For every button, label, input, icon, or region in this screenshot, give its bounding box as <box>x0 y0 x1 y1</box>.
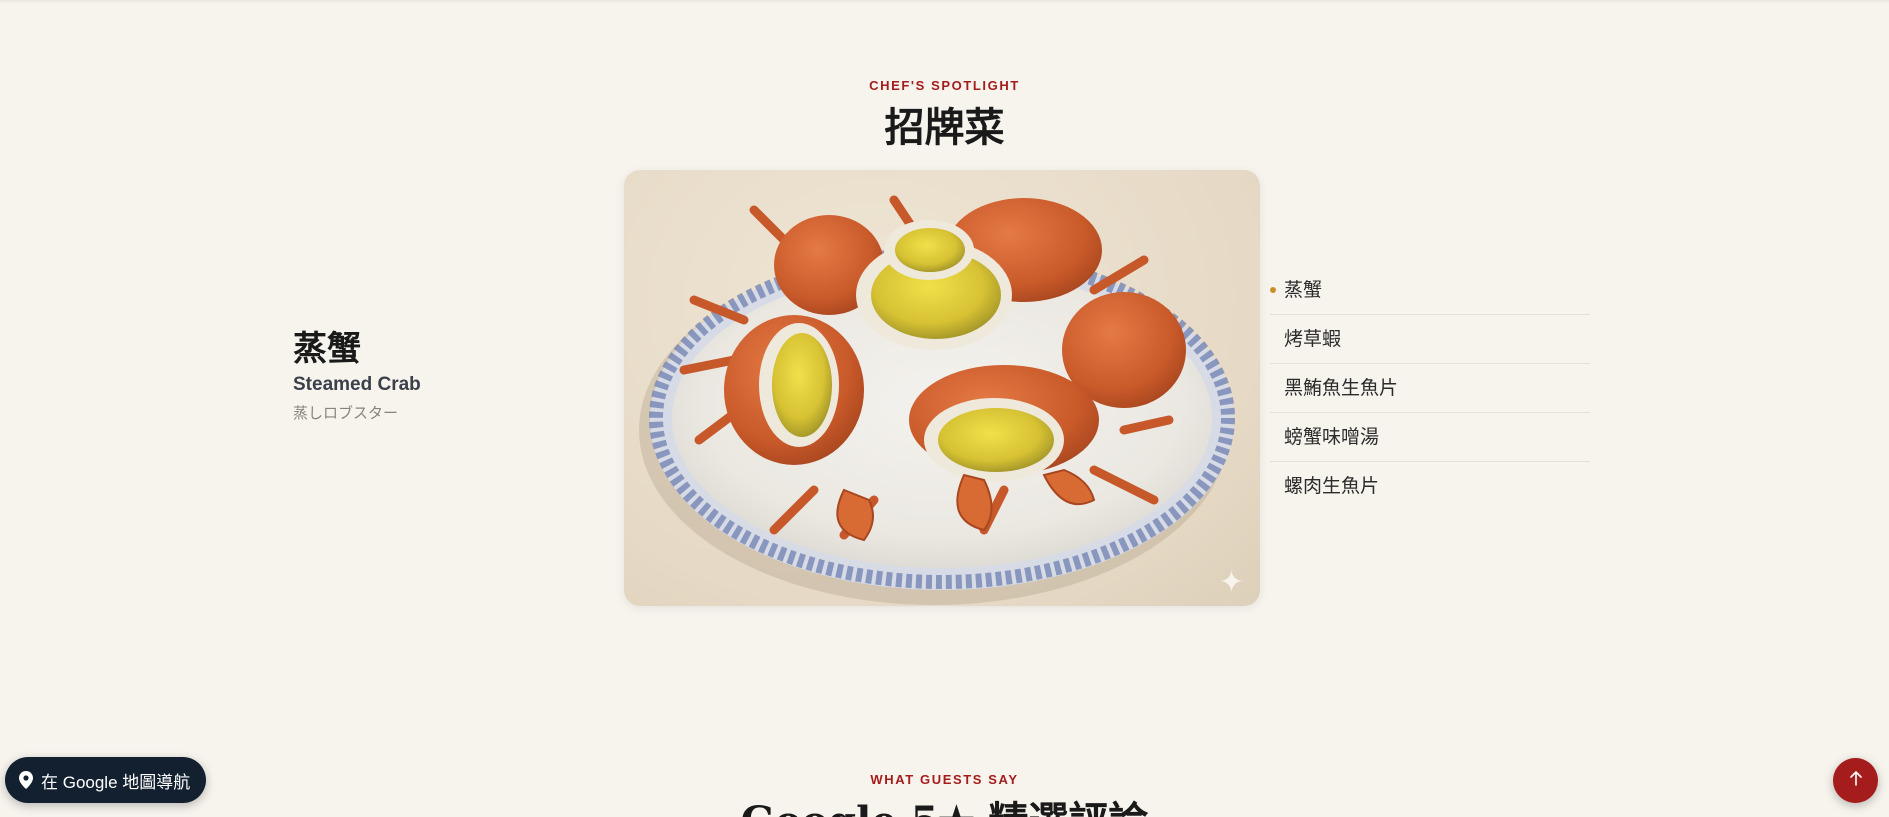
featured-dish-info: 蒸蟹 Steamed Crab 蒸しロブスター <box>293 328 593 423</box>
dish-list-item-steamed-crab[interactable]: 蒸蟹 <box>1270 266 1590 315</box>
featured-name-jp: 蒸しロブスター <box>293 404 399 422</box>
crab-dish-illustration <box>639 195 1235 605</box>
signature-dish-list: 蒸蟹 烤草蝦 黑鮪魚生魚片 螃蟹味噌湯 螺肉生魚片 <box>1270 266 1590 510</box>
reviews-eyebrow: WHAT GUESTS SAY <box>870 772 1019 787</box>
dish-list-item-label: 蒸蟹 <box>1284 279 1323 301</box>
reviews-title: Google 5★ 精選評論 <box>0 789 1889 817</box>
header-shadow <box>0 0 1889 4</box>
dish-list-item-crab-miso-soup[interactable]: 螃蟹味噌湯 <box>1270 413 1590 462</box>
active-indicator-dot <box>1270 287 1276 293</box>
sparkle-icon: ✦ <box>1218 566 1244 599</box>
dish-list-item-label: 螃蟹味噌湯 <box>1284 426 1380 448</box>
dish-list-item-label: 烤草蝦 <box>1284 328 1342 350</box>
dish-list-item-label: 螺肉生魚片 <box>1284 475 1380 497</box>
reviews-header: WHAT GUESTS SAY Google 5★ 精選評論 <box>0 772 1889 817</box>
google-maps-navigation-button[interactable]: 在 Google 地圖導航 <box>5 757 207 803</box>
featured-name-en: Steamed Crab <box>293 374 421 395</box>
map-pin-icon <box>19 771 33 789</box>
dish-list-item-whelk-sashimi[interactable]: 螺肉生魚片 <box>1270 462 1590 510</box>
back-to-top-button[interactable] <box>1833 758 1878 803</box>
dish-list-item-grilled-shrimp[interactable]: 烤草蝦 <box>1270 315 1590 364</box>
spotlight-header: CHEF'S SPOTLIGHT 招牌菜 <box>0 78 1889 153</box>
spotlight-eyebrow: CHEF'S SPOTLIGHT <box>869 78 1020 93</box>
dish-list-item-label: 黑鮪魚生魚片 <box>1284 377 1399 399</box>
spotlight-title: 招牌菜 <box>884 104 1005 151</box>
arrow-up-icon <box>1849 770 1863 791</box>
map-button-label: 在 Google 地圖導航 <box>41 772 191 792</box>
page: CHEF'S SPOTLIGHT 招牌菜 蒸蟹 Steamed Crab 蒸しロ… <box>0 0 1889 817</box>
featured-name-zh: 蒸蟹 <box>293 329 361 369</box>
dish-list-item-bluefin-sashimi[interactable]: 黑鮪魚生魚片 <box>1270 364 1590 413</box>
featured-dish-photo: ✦ <box>624 170 1260 606</box>
